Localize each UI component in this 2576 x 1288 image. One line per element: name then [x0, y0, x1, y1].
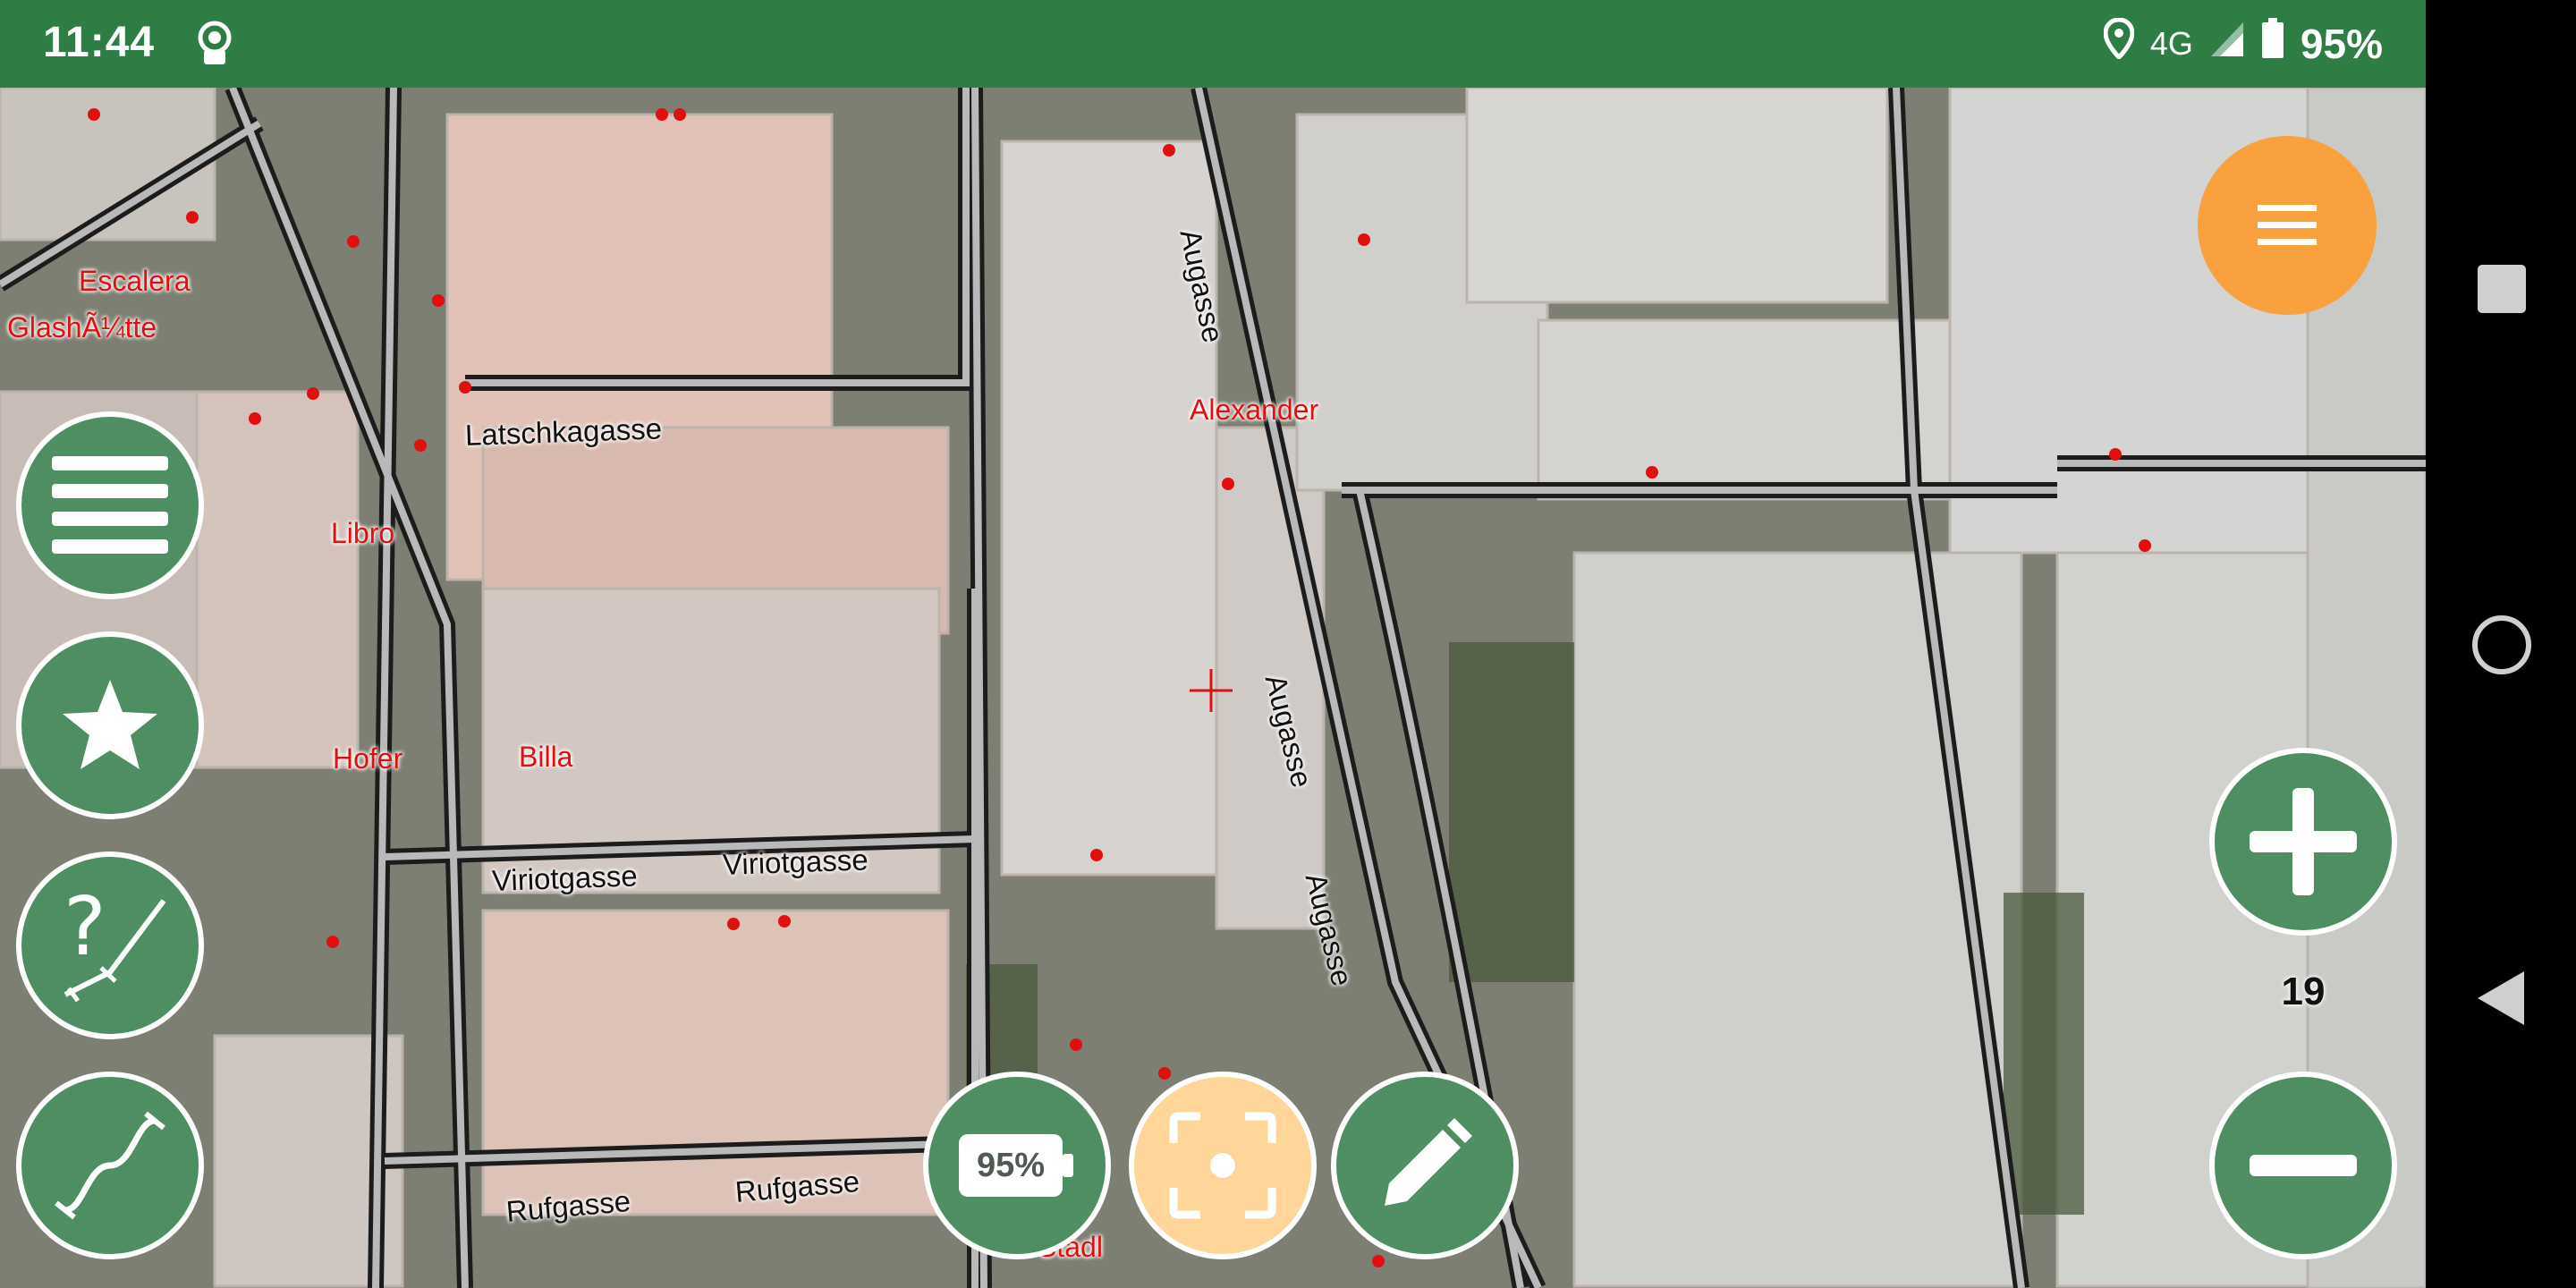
main-menu-button[interactable]: [16, 411, 204, 599]
system-nav-bar: [2426, 0, 2576, 1288]
star-icon: [63, 680, 157, 769]
location-icon: [2103, 17, 2135, 69]
poi-label[interactable]: Billa: [519, 741, 572, 774]
street-label: Viriotgasse: [491, 859, 639, 897]
street-label: Viriotgasse: [722, 843, 869, 881]
battery-icon: [2261, 18, 2284, 69]
center-location-button[interactable]: [1129, 1072, 1317, 1259]
favorites-button[interactable]: [16, 631, 204, 819]
track-button[interactable]: [16, 1072, 204, 1259]
status-time: 11:44: [43, 19, 156, 66]
poi-label[interactable]: Hofer: [333, 742, 402, 775]
poi-label[interactable]: Alexander: [1190, 394, 1318, 427]
status-bar: 11:44 4G 95%: [0, 0, 2426, 88]
signal-icon: [2209, 20, 2245, 68]
cast-icon: [195, 20, 234, 70]
battery-percent: 95%: [2300, 20, 2383, 67]
plus-icon: [2250, 788, 2357, 895]
edit-button[interactable]: [1331, 1072, 1519, 1259]
pencil-icon: [1385, 1118, 1472, 1206]
street-label: Latschkagasse: [464, 411, 663, 452]
recents-button[interactable]: [2478, 265, 2526, 313]
network-type: 4G: [2149, 24, 2193, 62]
question-route-icon: ?: [64, 883, 166, 1003]
back-icon[interactable]: [2474, 970, 2528, 1027]
poi-label[interactable]: Libro: [331, 517, 394, 550]
list-icon: [52, 456, 168, 554]
curve-path-icon: [55, 1111, 165, 1220]
zoom-in-button[interactable]: [2209, 748, 2397, 936]
zoom-level: 19: [2281, 970, 2326, 1013]
menu-button[interactable]: [2198, 136, 2377, 315]
hamburger-icon: [2258, 205, 2317, 245]
zoom-out-button[interactable]: [2209, 1072, 2397, 1259]
focus-target-icon: [1169, 1112, 1276, 1219]
poi-label[interactable]: Escalera: [79, 265, 191, 298]
route-query-button[interactable]: ?: [16, 852, 204, 1039]
svg-text:?: ?: [64, 883, 106, 974]
battery-button[interactable]: 95%: [923, 1072, 1111, 1259]
home-button[interactable]: [2472, 615, 2531, 674]
battery-button-label: 95%: [976, 1147, 1046, 1184]
poi-label[interactable]: GlashÃ¼tte: [7, 311, 157, 344]
minus-icon: [2250, 1155, 2357, 1176]
